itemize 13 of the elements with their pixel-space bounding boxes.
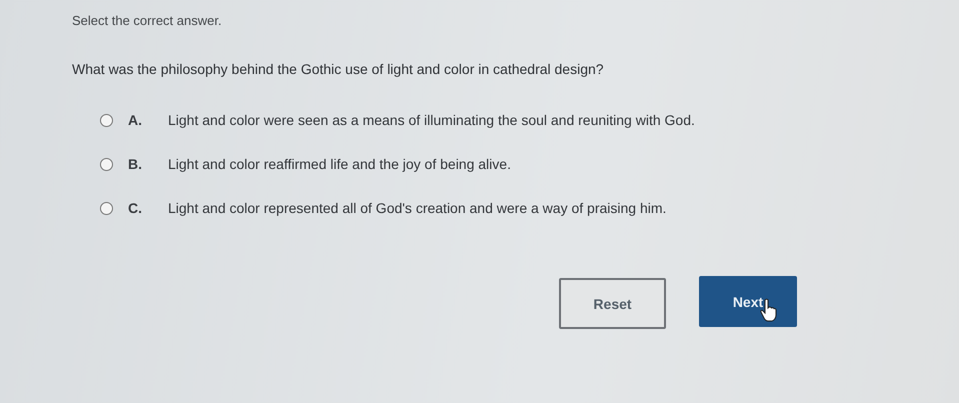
radio-button[interactable] — [100, 158, 113, 170]
instruction-text: Select the correct answer. — [72, 13, 223, 28]
option-letter: C. — [128, 200, 143, 216]
next-button[interactable]: Next — [699, 276, 797, 327]
radio-button[interactable] — [100, 114, 113, 126]
option-text[interactable]: Light and color represented all of God's creation and were a way of praising him. — [168, 200, 666, 216]
option-text[interactable]: Light and color were seen as a means of illuminating the soul and reuniting with God. — [168, 112, 695, 128]
option-letter: A. — [128, 112, 143, 128]
option-text[interactable]: Light and color reaffirmed life and the joy of being alive. — [168, 156, 511, 172]
reset-button[interactable]: Reset — [559, 278, 666, 329]
radio-button[interactable] — [100, 202, 113, 214]
question-text: What was the philosophy behind the Gothic use of light and color in cathedral design? — [72, 61, 605, 77]
option-letter: B. — [128, 156, 143, 172]
